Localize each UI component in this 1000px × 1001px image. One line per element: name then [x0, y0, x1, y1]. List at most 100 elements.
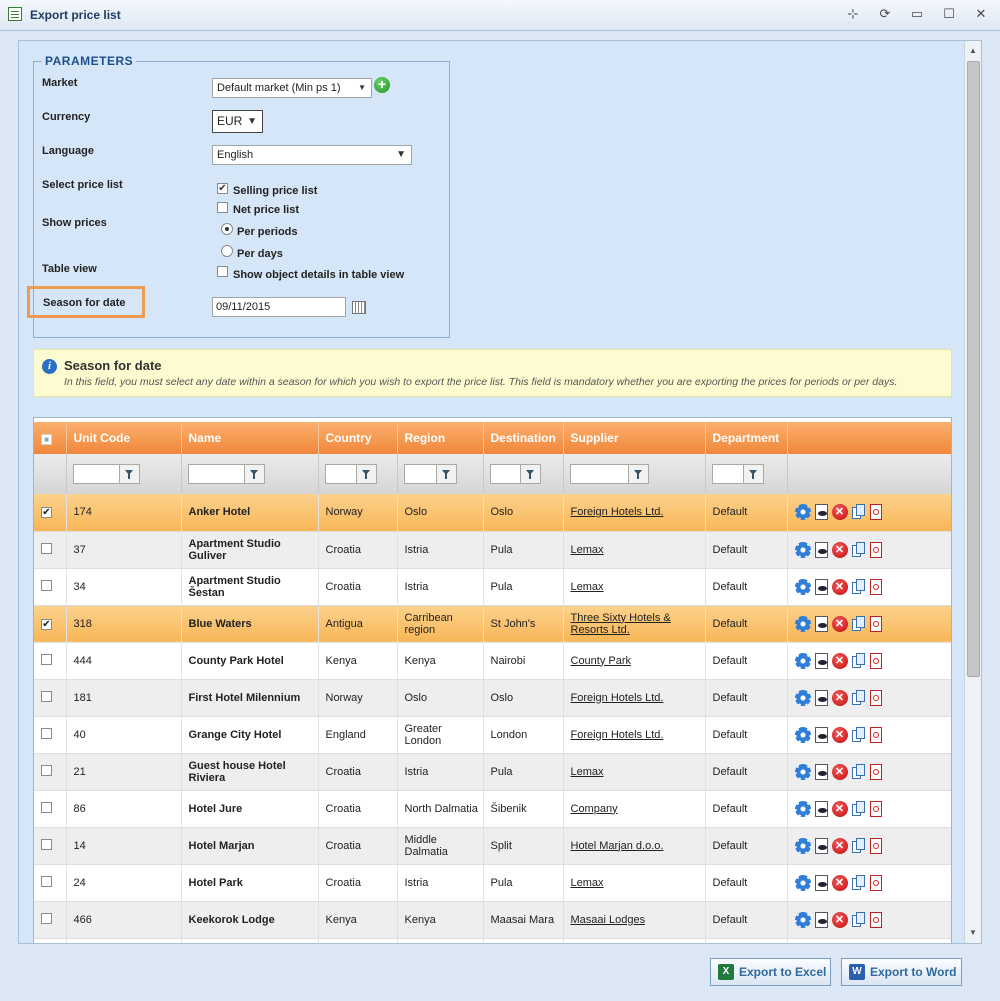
select-all-header[interactable]: ■ [34, 422, 67, 454]
export-word-button[interactable]: W Export to Word [841, 958, 962, 986]
filter-icon[interactable] [743, 464, 764, 484]
supplier-link[interactable]: Lemax [571, 877, 604, 889]
filter-input[interactable] [72, 464, 120, 484]
table-row[interactable]: 40 Grange City Hotel England Greater London… [34, 716, 951, 754]
view-icon[interactable] [814, 726, 828, 743]
row-checkbox[interactable] [41, 579, 52, 591]
filter-icon[interactable] [520, 464, 541, 484]
row-checkbox[interactable] [41, 764, 52, 776]
per-periods-radio[interactable] [221, 223, 233, 235]
table-row[interactable]: 34 Apartment Studio Šestan Croatia Istria Pu… [34, 568, 951, 606]
add-market-icon[interactable]: + [374, 77, 390, 93]
pdf-icon[interactable] [869, 615, 882, 632]
table-row[interactable]: 24 Hotel Park Croatia Istria Pula Lemax Defaul… [34, 864, 951, 902]
table-row[interactable]: 460Lake Lakuru LodgeKenyaKenyaNakuruComp… [34, 938, 951, 943]
scroll-up-icon[interactable]: ▲ [965, 43, 981, 59]
row-checkbox[interactable]: ✔ [41, 618, 52, 630]
column-header-department[interactable]: Department [705, 422, 788, 454]
filter-input[interactable] [403, 464, 437, 484]
delete-icon[interactable]: ✕ [831, 504, 848, 521]
copy-icon[interactable] [851, 800, 866, 817]
scrollbar-thumb[interactable] [967, 61, 980, 677]
gear-icon[interactable] [794, 615, 811, 632]
gear-icon[interactable] [794, 504, 811, 521]
currency-select[interactable]: EUR ▼ [212, 110, 263, 133]
supplier-link[interactable]: Lemax [571, 581, 604, 593]
filter-input[interactable] [569, 464, 629, 484]
season-date-input[interactable]: 09/11/2015 [212, 297, 346, 317]
delete-icon[interactable]: ✕ [831, 541, 848, 558]
supplier-link[interactable]: Foreign Hotels Ltd. [571, 506, 664, 518]
filter-icon[interactable] [244, 464, 265, 484]
view-icon[interactable] [814, 578, 828, 595]
copy-icon[interactable] [851, 911, 866, 928]
row-checkbox[interactable] [41, 690, 52, 702]
gear-icon[interactable] [794, 726, 811, 743]
table-row[interactable]: 21 Guest house Hotel Riviera Croatia Istria… [34, 753, 951, 791]
gear-icon[interactable] [794, 578, 811, 595]
view-icon[interactable] [814, 800, 828, 817]
delete-icon[interactable]: ✕ [831, 763, 848, 780]
filter-icon[interactable] [436, 464, 457, 484]
pdf-icon[interactable] [869, 652, 882, 669]
row-checkbox[interactable] [41, 875, 52, 887]
table-row[interactable]: 86 Hotel Jure Croatia North Dalmatia Šibenik… [34, 790, 951, 828]
column-header-country[interactable]: Country [318, 422, 398, 454]
pdf-icon[interactable] [869, 504, 882, 521]
row-checkbox[interactable] [41, 653, 52, 665]
table-row[interactable]: 37 Apartment Studio Guliver Croatia Istria P… [34, 531, 951, 569]
filter-input[interactable] [711, 464, 744, 484]
delete-icon[interactable]: ✕ [831, 837, 848, 854]
view-icon[interactable] [814, 615, 828, 632]
close-icon[interactable]: ✕ [972, 6, 990, 24]
maximize-icon[interactable]: ☐ [940, 6, 958, 24]
delete-icon[interactable]: ✕ [831, 874, 848, 891]
gear-icon[interactable] [794, 800, 811, 817]
view-icon[interactable] [814, 837, 828, 854]
column-header-region[interactable]: Region [397, 422, 484, 454]
view-icon[interactable] [814, 874, 828, 891]
table-row[interactable]: 14 Hotel Marjan Croatia Middle Dalmatia Spli… [34, 827, 951, 865]
gear-icon[interactable] [794, 689, 811, 706]
pdf-icon[interactable] [869, 837, 882, 854]
filter-input[interactable] [187, 464, 245, 484]
view-icon[interactable] [814, 689, 828, 706]
language-select[interactable]: English ▼ [212, 145, 412, 165]
supplier-link[interactable]: Lemax [571, 544, 604, 556]
supplier-link[interactable]: Foreign Hotels Ltd. [571, 729, 664, 741]
filter-icon[interactable] [356, 464, 377, 484]
supplier-link[interactable]: Lemax [571, 766, 604, 778]
refresh-icon[interactable]: ⟳ [876, 6, 894, 24]
pdf-icon[interactable] [869, 911, 882, 928]
table-row[interactable]: ✔ 174 Anker Hotel Norway Oslo Oslo Foreign Hot… [34, 494, 951, 532]
view-icon[interactable] [814, 652, 828, 669]
gear-icon[interactable] [794, 874, 811, 891]
copy-icon[interactable] [851, 504, 866, 520]
pin-icon[interactable]: ⊹ [844, 6, 862, 24]
calendar-icon[interactable] [352, 301, 366, 314]
delete-icon[interactable]: ✕ [831, 578, 848, 595]
net-price-checkbox[interactable] [217, 202, 228, 213]
pdf-icon[interactable] [869, 689, 882, 706]
pdf-icon[interactable] [869, 541, 882, 558]
gear-icon[interactable] [794, 911, 811, 928]
copy-icon[interactable] [851, 874, 866, 891]
delete-icon[interactable]: ✕ [831, 911, 848, 928]
gear-icon[interactable] [794, 541, 811, 558]
supplier-link[interactable]: Company [571, 803, 618, 815]
export-excel-button[interactable]: X Export to Excel [710, 958, 831, 986]
selling-price-checkbox[interactable]: ✔ [217, 183, 228, 194]
pdf-icon[interactable] [869, 763, 882, 780]
supplier-link[interactable]: County Park [571, 655, 632, 667]
filter-input[interactable] [324, 464, 357, 484]
supplier-link[interactable]: Hotel Marjan d.o.o. [571, 840, 664, 852]
row-checkbox[interactable] [41, 727, 52, 739]
filter-icon[interactable] [119, 464, 140, 484]
row-checkbox[interactable]: ✔ [41, 507, 52, 519]
object-details-checkbox[interactable] [217, 266, 228, 277]
table-row[interactable]: ✔ 318 Blue Waters Antigua Carribean region St… [34, 605, 951, 643]
scroll-down-icon[interactable]: ▼ [965, 925, 981, 941]
view-icon[interactable] [814, 504, 828, 521]
column-header-name[interactable]: Name [181, 422, 319, 454]
column-header-unit-code[interactable]: Unit Code [66, 422, 182, 454]
